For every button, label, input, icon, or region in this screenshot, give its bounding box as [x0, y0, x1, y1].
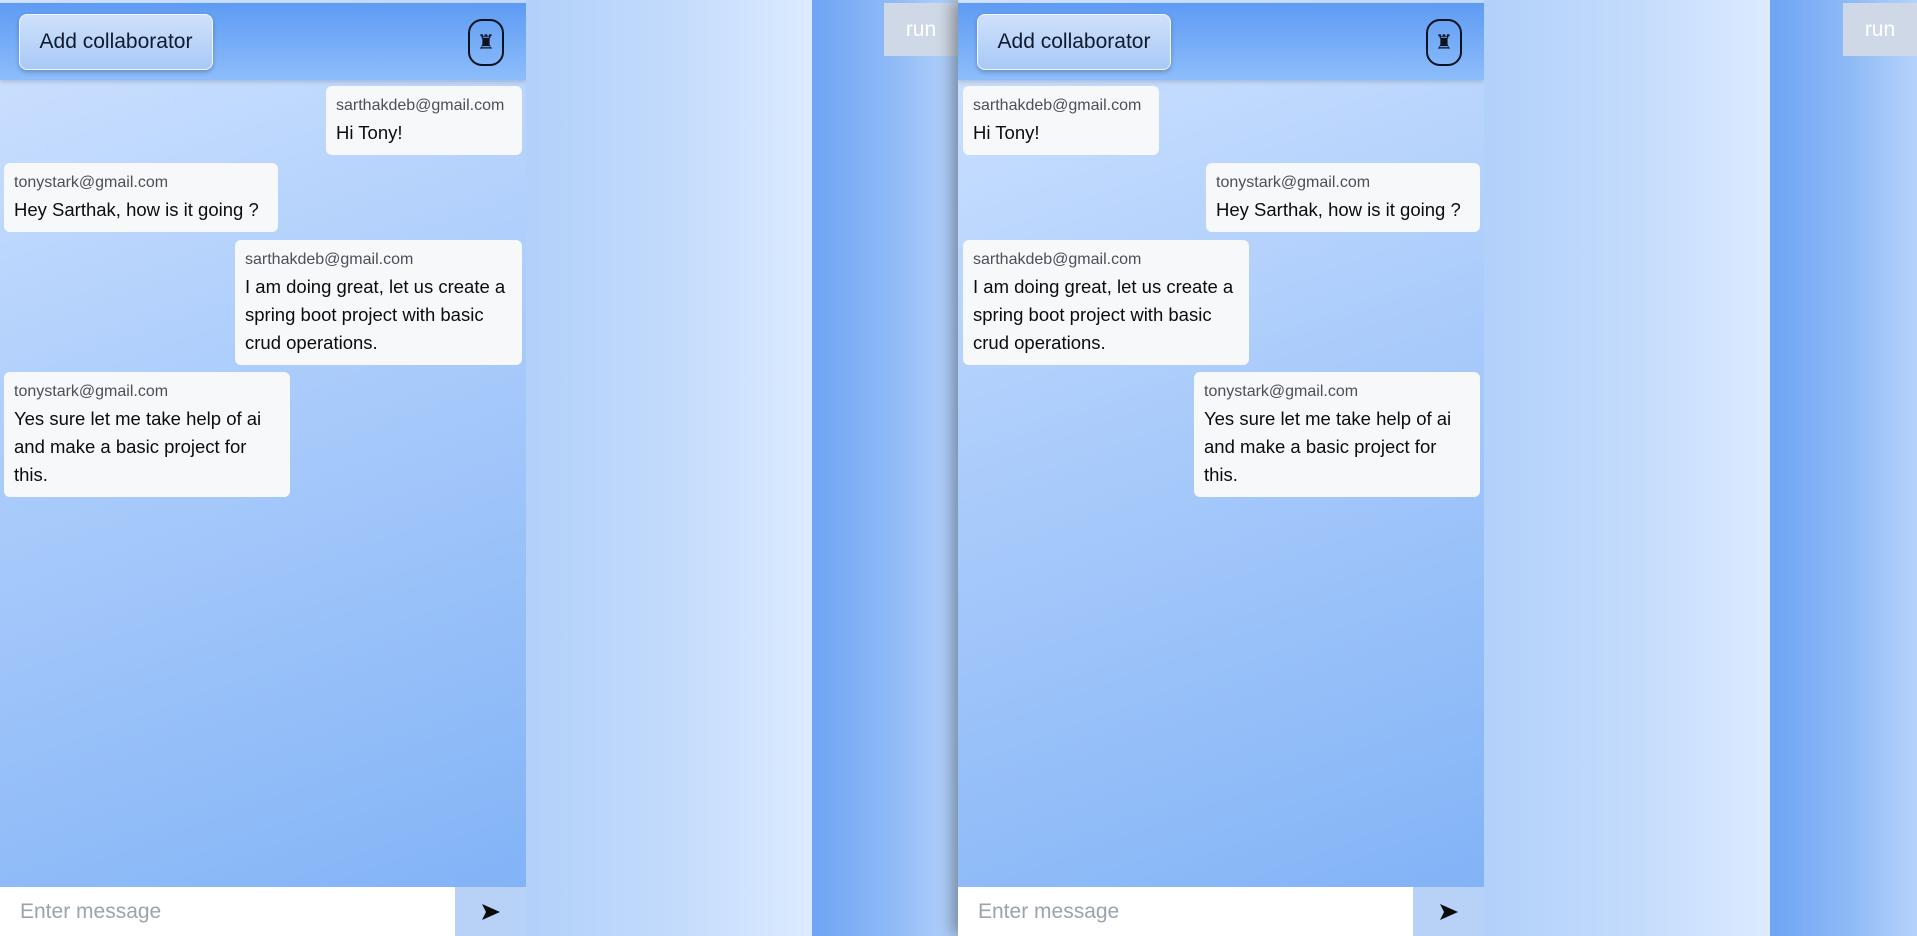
app-root: Add collaborator ♜ sarthakdeb@gmail.com … — [0, 0, 1917, 936]
message-input[interactable] — [958, 887, 1413, 936]
send-button[interactable] — [1413, 887, 1484, 936]
people-icon: ♜ — [477, 32, 495, 54]
chat-panel: Add collaborator ♜ sarthakdeb@gmail.com … — [958, 0, 1484, 936]
message-sender: tonystark@gmail.com — [1204, 383, 1359, 400]
run-button[interactable]: run — [884, 3, 958, 56]
add-collaborator-button[interactable]: Add collaborator — [19, 14, 213, 70]
collaborators-panel-button[interactable]: ♜ — [468, 19, 504, 66]
message-sender: sarthakdeb@gmail.com — [973, 97, 1142, 114]
send-icon — [481, 903, 500, 920]
file-tree-area — [1484, 0, 1770, 936]
send-button[interactable] — [455, 887, 526, 936]
chat-header: Add collaborator ♜ — [0, 3, 526, 80]
message-sender: sarthakdeb@gmail.com — [245, 251, 414, 268]
message-sender: tonystark@gmail.com — [14, 174, 169, 191]
message-text: Hi Tony! — [336, 122, 403, 143]
message-text: I am doing great, let us create a spring… — [245, 276, 506, 353]
collaborators-panel-button[interactable]: ♜ — [1426, 19, 1462, 66]
message-text: Hey Sarthak, how is it going ? — [14, 199, 259, 220]
code-editor-area: run — [812, 0, 958, 936]
message-sender: tonystark@gmail.com — [14, 383, 169, 400]
message-text: Hi Tony! — [973, 122, 1040, 143]
message-sender: sarthakdeb@gmail.com — [973, 251, 1142, 268]
message-sender: tonystark@gmail.com — [1216, 174, 1371, 191]
chat-panel: Add collaborator ♜ sarthakdeb@gmail.com … — [0, 0, 526, 936]
chat-message: tonystark@gmail.com Yes sure let me take… — [4, 372, 290, 497]
chat-message: sarthakdeb@gmail.com I am doing great, l… — [235, 240, 522, 365]
message-text: Yes sure let me take help of ai and make… — [1204, 408, 1452, 485]
message-composer — [958, 887, 1484, 936]
message-text: Hey Sarthak, how is it going ? — [1216, 199, 1461, 220]
chat-message: tonystark@gmail.com Yes sure let me take… — [1194, 372, 1480, 497]
message-composer — [0, 887, 526, 936]
chat-message: tonystark@gmail.com Hey Sarthak, how is … — [1206, 163, 1480, 232]
chat-message: sarthakdeb@gmail.com I am doing great, l… — [963, 240, 1249, 365]
chat-message: sarthakdeb@gmail.com Hi Tony! — [326, 86, 522, 155]
code-editor-area: run — [1770, 0, 1917, 936]
file-tree-area — [526, 0, 812, 936]
run-button[interactable]: run — [1843, 3, 1917, 56]
chat-message: tonystark@gmail.com Hey Sarthak, how is … — [4, 163, 278, 232]
people-icon: ♜ — [1435, 32, 1453, 54]
message-text: Yes sure let me take help of ai and make… — [14, 408, 262, 485]
chat-header: Add collaborator ♜ — [958, 3, 1484, 80]
chat-message: sarthakdeb@gmail.com Hi Tony! — [963, 86, 1159, 155]
app-window-left: Add collaborator ♜ sarthakdeb@gmail.com … — [0, 0, 958, 936]
message-sender: sarthakdeb@gmail.com — [336, 97, 505, 114]
send-icon — [1439, 903, 1458, 920]
app-window-right: Add collaborator ♜ sarthakdeb@gmail.com … — [958, 0, 1917, 936]
message-text: I am doing great, let us create a spring… — [973, 276, 1234, 353]
add-collaborator-button[interactable]: Add collaborator — [977, 14, 1171, 70]
message-input[interactable] — [0, 887, 455, 936]
